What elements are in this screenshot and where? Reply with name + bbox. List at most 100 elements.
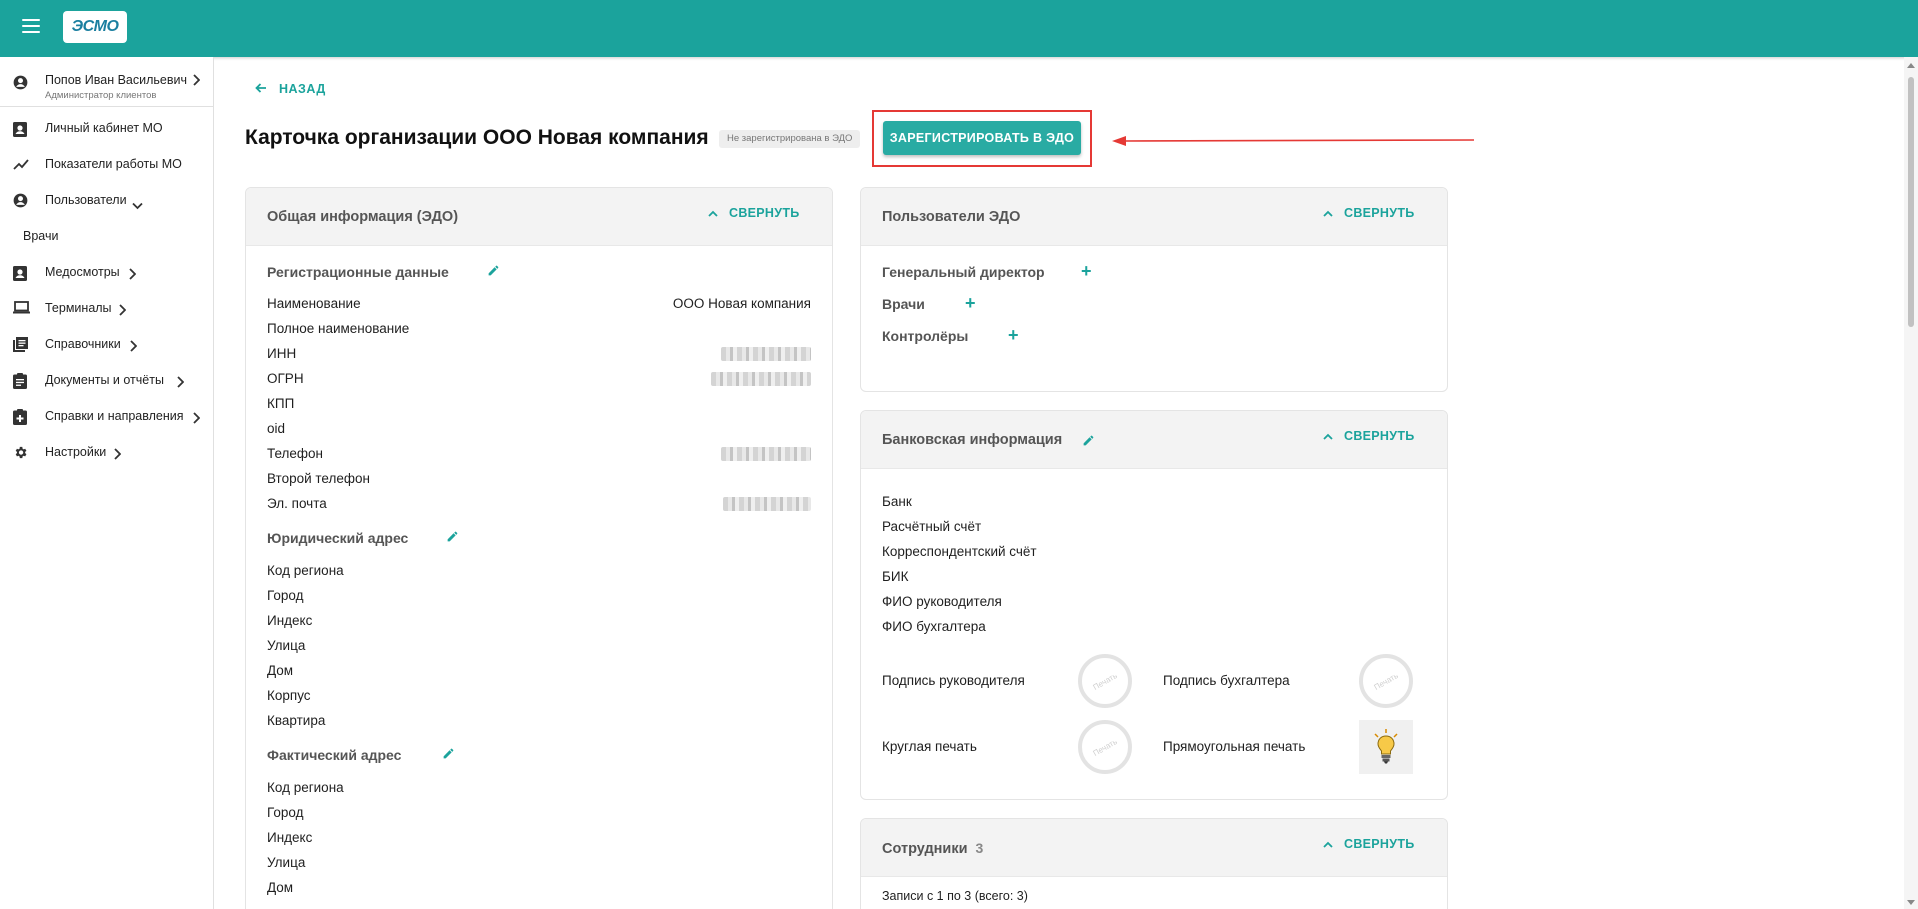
field-label: ФИО руководителя bbox=[882, 594, 1002, 609]
role-label: Контролёры bbox=[882, 328, 969, 344]
sidebar-item-label: Медосмотры bbox=[45, 265, 120, 279]
library-icon bbox=[13, 337, 28, 357]
collapse-label: СВЕРНУТЬ bbox=[729, 206, 800, 220]
card-title-wrap: Сотрудники 3 bbox=[882, 840, 983, 857]
field-label: Код региона bbox=[267, 780, 344, 795]
card-header: Пользователи ЭДО СВЕРНУТЬ bbox=[861, 188, 1447, 246]
redacted-value bbox=[711, 372, 811, 386]
lightbulb-icon bbox=[1374, 729, 1398, 764]
chevron-up-icon bbox=[1323, 841, 1333, 848]
collapse-label: СВЕРНУТЬ bbox=[1344, 206, 1415, 220]
field-label: Квартира bbox=[267, 713, 326, 728]
registration-section-title: Регистрационные данные bbox=[267, 264, 449, 280]
redacted-value bbox=[721, 447, 811, 461]
chevron-right-icon bbox=[113, 447, 122, 465]
card-title: Сотрудники bbox=[882, 841, 968, 857]
edit-icon[interactable] bbox=[487, 264, 500, 282]
head-signature-stamp[interactable]: Печать bbox=[1078, 654, 1132, 708]
sidebar-item-metrics[interactable]: Показатели работы МО bbox=[0, 151, 213, 179]
collapse-label: СВЕРНУТЬ bbox=[1344, 429, 1415, 443]
field-label: Дом bbox=[267, 880, 294, 895]
add-icon[interactable]: + bbox=[1008, 326, 1019, 344]
accountant-signature-stamp[interactable]: Печать bbox=[1359, 654, 1413, 708]
register-edo-button[interactable]: ЗАРЕГИСТРИРОВАТЬ В ЭДО bbox=[883, 121, 1081, 155]
sidebar-item-doctors[interactable]: Врачи bbox=[0, 223, 213, 251]
sidebar-item-label: Пользователи bbox=[45, 193, 127, 207]
back-link[interactable]: НАЗАД bbox=[255, 82, 326, 96]
role-label: Генеральный директор bbox=[882, 264, 1045, 280]
field-label: Корреспондентский счёт bbox=[882, 544, 1037, 559]
edo-users-card: Пользователи ЭДО СВЕРНУТЬ Генеральный ди… bbox=[860, 187, 1448, 392]
sidebar-item-label: Справочники bbox=[45, 337, 121, 351]
card-header: Общая информация (ЭДО) СВЕРНУТЬ bbox=[246, 188, 832, 246]
field-label: Индекс bbox=[267, 613, 313, 628]
sidebar-item-documents[interactable]: Документы и отчёты bbox=[0, 367, 213, 395]
field-label: Город bbox=[267, 805, 304, 820]
app-logo[interactable]: ЭСМО bbox=[63, 11, 127, 43]
chevron-right-icon bbox=[192, 411, 201, 429]
sidebar-item-label: Документы и отчёты bbox=[45, 373, 164, 387]
field-label: Эл. почта bbox=[267, 496, 327, 511]
chevron-right-icon bbox=[192, 73, 201, 91]
laptop-icon bbox=[13, 301, 30, 319]
collapse-button[interactable]: СВЕРНУТЬ bbox=[1323, 206, 1415, 220]
rect-stamp-image[interactable] bbox=[1359, 720, 1413, 774]
top-app-bar: ЭСМО bbox=[0, 0, 1918, 57]
redacted-value bbox=[721, 347, 811, 361]
logo-text: ЭСМО bbox=[71, 18, 119, 35]
field-label: oid bbox=[267, 421, 286, 436]
page-scrollbar[interactable] bbox=[1904, 57, 1918, 909]
records-info: Записи с 1 по 3 (всего: 3) bbox=[882, 889, 1028, 903]
sidebar-item-cabinet[interactable]: Личный кабинет МО bbox=[0, 115, 213, 143]
sidebar-item-references[interactable]: Справочники bbox=[0, 331, 213, 359]
stamp-placeholder: Печать bbox=[1091, 736, 1119, 758]
scroll-thumb[interactable] bbox=[1908, 77, 1914, 327]
legal-address-section-title: Юридический адрес bbox=[267, 530, 409, 546]
scroll-down-icon[interactable] bbox=[1907, 900, 1915, 905]
field-label: Улица bbox=[267, 855, 306, 870]
user-role: Администратор клиентов bbox=[45, 90, 157, 101]
back-label: НАЗАД bbox=[279, 82, 326, 96]
chevron-right-icon bbox=[128, 267, 137, 285]
add-icon[interactable]: + bbox=[1081, 262, 1092, 280]
sidebar-item-medical-exams[interactable]: Медосмотры bbox=[0, 259, 213, 287]
collapse-button[interactable]: СВЕРНУТЬ bbox=[1323, 429, 1415, 443]
field-label: ИНН bbox=[267, 346, 297, 361]
field-label: Индекс bbox=[267, 830, 313, 845]
page-title: Карточка организации ООО Новая компания bbox=[245, 126, 709, 149]
field-label: Второй телефон bbox=[267, 471, 370, 486]
employees-count: 3 bbox=[975, 840, 984, 856]
accountant-signature-label: Подпись бухгалтера bbox=[1163, 673, 1290, 688]
sidebar-user[interactable]: Попов Иван Васильевич Администратор клие… bbox=[0, 57, 213, 107]
round-stamp[interactable]: Печать bbox=[1078, 720, 1132, 774]
bank-info-card: Банковская информация СВЕРНУТЬ Банк Расч… bbox=[860, 410, 1448, 800]
scroll-up-icon[interactable] bbox=[1907, 63, 1915, 68]
card-header: Банковская информация СВЕРНУТЬ bbox=[861, 411, 1447, 469]
medical-clipboard-icon bbox=[13, 409, 27, 430]
sidebar-item-users[interactable]: Пользователи bbox=[0, 187, 213, 215]
edit-icon[interactable] bbox=[1082, 434, 1095, 452]
head-signature-label: Подпись руководителя bbox=[882, 673, 1025, 688]
menu-icon[interactable] bbox=[22, 19, 40, 33]
field-label: Телефон bbox=[267, 446, 324, 461]
arrow-left-icon bbox=[255, 82, 267, 96]
chevron-right-icon bbox=[129, 339, 138, 357]
stamp-placeholder: Печать bbox=[1372, 670, 1400, 692]
chevron-down-icon bbox=[132, 197, 143, 215]
card-title: Банковская информация bbox=[882, 432, 1063, 448]
sidebar-item-certificates[interactable]: Справки и направления bbox=[0, 403, 213, 431]
edit-icon[interactable] bbox=[446, 530, 459, 548]
chevron-right-icon bbox=[118, 303, 127, 321]
badge-icon bbox=[13, 265, 27, 286]
account-icon bbox=[13, 75, 28, 95]
sidebar-item-terminals[interactable]: Терминалы bbox=[0, 295, 213, 323]
field-label: Полное наименование bbox=[267, 321, 410, 336]
add-icon[interactable]: + bbox=[965, 294, 976, 312]
edit-icon[interactable] bbox=[442, 747, 455, 765]
sidebar-item-settings[interactable]: Настройки bbox=[0, 439, 213, 467]
collapse-button[interactable]: СВЕРНУТЬ bbox=[1323, 837, 1415, 851]
collapse-button[interactable]: СВЕРНУТЬ bbox=[708, 206, 800, 220]
status-badge: Не зарегистрирована в ЭДО bbox=[719, 130, 861, 148]
collapse-label: СВЕРНУТЬ bbox=[1344, 837, 1415, 851]
sidebar-item-label: Терминалы bbox=[45, 301, 112, 315]
